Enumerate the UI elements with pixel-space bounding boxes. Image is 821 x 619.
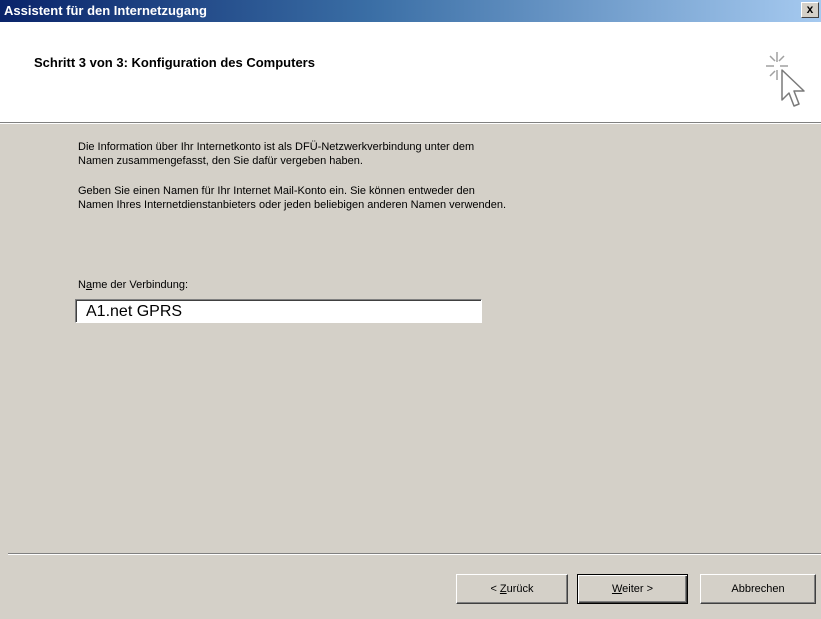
window-title: Assistent für den Internetzugang (4, 3, 207, 18)
wizard-header: Schritt 3 von 3: Konfiguration des Compu… (0, 22, 821, 123)
wizard-cursor-icon (766, 52, 805, 107)
footer-separator (8, 553, 821, 555)
instruction-line-1: Geben Sie einen Namen für Ihr Internet M… (78, 185, 475, 197)
back-button[interactable]: < Zurück (456, 574, 568, 604)
close-icon: x (806, 2, 814, 16)
connection-name-input[interactable] (75, 299, 482, 323)
label-part: me der Verbindung: (92, 279, 189, 291)
step-title: Schritt 3 von 3: Konfiguration des Compu… (34, 55, 315, 70)
header-divider (0, 123, 821, 124)
wizard-window: Assistent für den Internetzugang x Schri… (0, 0, 821, 619)
info-line-2: Namen zusammengefasst, den Sie dafür ver… (78, 155, 363, 167)
next-button[interactable]: Weiter > (577, 574, 688, 604)
label-part: N (78, 279, 86, 291)
instruction-line-2: Namen Ihres Internetdienstanbieters oder… (78, 199, 507, 211)
next-label-part: eiter > (622, 583, 654, 595)
cancel-button[interactable]: Abbrechen (700, 574, 816, 604)
back-label-part: urück (506, 583, 534, 595)
instruction-paragraph: Geben Sie einen Namen für Ihr Internet M… (78, 184, 758, 212)
title-bar[interactable]: Assistent für den Internetzugang x (0, 0, 821, 22)
back-label-part: < (490, 583, 500, 595)
info-paragraph: Die Information über Ihr Internetkonto i… (78, 140, 758, 168)
next-accelerator: W (611, 583, 623, 595)
close-button[interactable]: x (801, 2, 819, 18)
back-accelerator: Z (499, 583, 507, 595)
info-line-1: Die Information über Ihr Internetkonto i… (78, 141, 475, 153)
connection-name-label: Name der Verbindung: (78, 279, 188, 291)
